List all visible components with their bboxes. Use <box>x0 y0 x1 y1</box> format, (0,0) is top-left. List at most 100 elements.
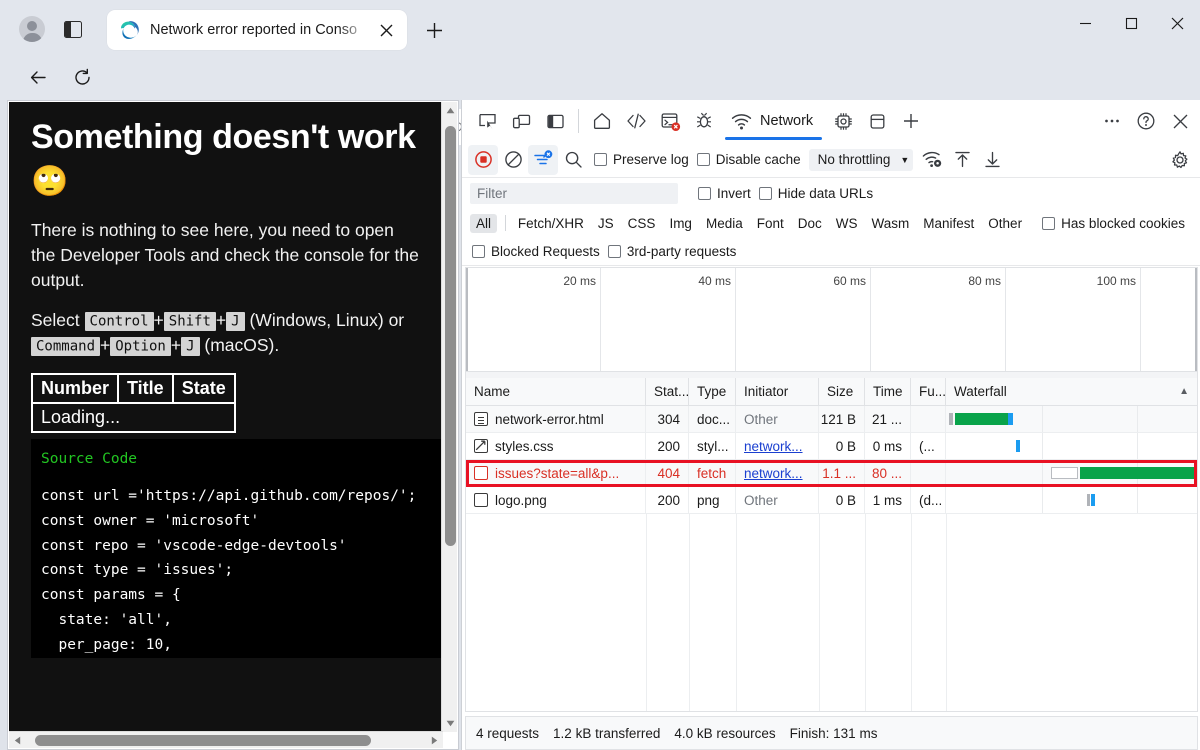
third-party-box-icon[interactable] <box>607 245 621 258</box>
network-toolbar: Preserve log Disable cache No throttling… <box>462 142 1200 178</box>
device-emulation-icon[interactable] <box>504 104 538 138</box>
has-blocked-cookies-box-icon[interactable] <box>1042 216 1056 230</box>
page-vertical-scrollbar[interactable] <box>441 102 457 732</box>
scroll-left-arrow-icon[interactable] <box>9 732 26 749</box>
record-stop-icon[interactable] <box>468 144 498 175</box>
disable-cache-box-icon[interactable] <box>696 153 710 166</box>
more-panels-plus-icon[interactable] <box>894 104 928 138</box>
blocked-requests-box-icon[interactable] <box>472 245 485 258</box>
column-header-size[interactable]: Size <box>819 378 865 405</box>
sources-bug-icon[interactable] <box>687 104 721 138</box>
preserve-log-checkbox[interactable]: Preserve log <box>594 152 689 167</box>
welcome-home-icon[interactable] <box>585 104 619 138</box>
application-storage-icon[interactable] <box>860 104 894 138</box>
browser-tab[interactable]: Network error reported in Conso <box>107 10 407 50</box>
close-window-button[interactable] <box>1154 0 1200 47</box>
back-button[interactable] <box>22 61 54 93</box>
type-filter-all[interactable]: All <box>470 213 498 233</box>
type-filter-img[interactable]: Img <box>663 214 698 233</box>
column-header-name[interactable]: Name <box>466 378 646 405</box>
table-row[interactable]: logo.png 200 png Other 0 B 1 ms (d... <box>466 487 1197 514</box>
maximize-button[interactable] <box>1108 0 1154 47</box>
type-filter-wasm[interactable]: Wasm <box>866 214 916 233</box>
type-filter-doc[interactable]: Doc <box>792 214 828 233</box>
transferred-size: 1.2 kB transferred <box>553 725 661 741</box>
request-initiator-cell[interactable]: network... <box>736 433 819 460</box>
initiator-link[interactable]: network... <box>744 466 803 481</box>
type-filter-ws[interactable]: WS <box>830 214 864 233</box>
column-header-status[interactable]: Stat... <box>646 378 689 405</box>
type-filter-media[interactable]: Media <box>700 214 749 233</box>
console-error-icon[interactable] <box>653 104 687 138</box>
page-horizontal-scrollbar[interactable] <box>9 731 443 748</box>
blocked-requests-checkbox[interactable]: Blocked Requests <box>472 244 600 259</box>
network-overview-timeline[interactable]: 20 ms 40 ms 60 ms 80 ms 100 ms <box>465 267 1198 372</box>
reload-button[interactable] <box>66 61 98 93</box>
scroll-right-arrow-icon[interactable] <box>426 732 443 749</box>
scroll-down-arrow-icon[interactable] <box>442 715 458 732</box>
devtools-close-icon[interactable] <box>1163 104 1197 138</box>
rolling-eyes-emoji-icon: 🙄 <box>31 164 68 198</box>
has-blocked-cookies-checkbox[interactable]: Has blocked cookies <box>1042 216 1185 231</box>
table-row[interactable]: styles.css 200 styl... network... 0 B 0 … <box>466 433 1197 460</box>
import-har-icon[interactable] <box>947 145 977 175</box>
chevron-down-icon[interactable]: ▼ <box>900 155 909 165</box>
page-title: Something doesn't work 🙄 <box>31 116 421 202</box>
hide-data-urls-box-icon[interactable] <box>758 186 772 200</box>
tab-actions-button[interactable] <box>60 17 86 41</box>
invert-box-icon[interactable] <box>698 186 711 200</box>
initiator-link[interactable]: network... <box>744 439 803 454</box>
performance-cpu-icon[interactable] <box>826 104 860 138</box>
type-filter-font[interactable]: Font <box>751 214 790 233</box>
profile-button[interactable] <box>18 15 46 43</box>
scroll-up-arrow-icon[interactable] <box>442 102 458 119</box>
clear-icon[interactable] <box>498 145 528 175</box>
column-header-time[interactable]: Time <box>865 378 911 405</box>
overview-gridline <box>1005 268 1006 371</box>
minimize-button[interactable] <box>1062 0 1108 47</box>
request-name-cell[interactable]: issues?state=all&p... <box>466 460 646 487</box>
column-header-type[interactable]: Type <box>689 378 736 405</box>
filter-input[interactable] <box>470 182 678 204</box>
type-filter-js[interactable]: JS <box>592 214 620 233</box>
elements-code-brackets-icon[interactable] <box>619 104 653 138</box>
devtools-more-options-icon[interactable] <box>1095 104 1129 138</box>
type-filter-css[interactable]: CSS <box>622 214 662 233</box>
devtools-help-icon[interactable] <box>1129 104 1163 138</box>
shortcut-instructions: Select Control + Shift + J (Windows, Linux) … <box>31 309 405 357</box>
filter-icon[interactable] <box>528 144 558 175</box>
request-name-cell[interactable]: styles.css <box>466 433 646 460</box>
page-hscroll-thumb[interactable] <box>35 735 371 746</box>
third-party-requests-checkbox[interactable]: 3rd-party requests <box>607 244 736 259</box>
sort-ascending-icon[interactable]: ▲ <box>1179 386 1189 397</box>
table-row[interactable]: issues?state=all&p... 404 fetch network.… <box>466 460 1197 487</box>
page-scroll-thumb[interactable] <box>444 126 456 546</box>
devtools-tab-bar: Network <box>462 100 1200 142</box>
hide-data-urls-checkbox[interactable]: Hide data URLs <box>758 186 873 201</box>
type-filter-fetch-xhr[interactable]: Fetch/XHR <box>512 214 590 233</box>
column-header-waterfall[interactable]: Waterfall ▲ <box>946 378 1197 405</box>
export-har-icon[interactable] <box>977 145 1007 175</box>
search-icon[interactable] <box>558 145 588 175</box>
invert-checkbox[interactable]: Invert <box>698 186 751 201</box>
request-name-cell[interactable]: logo.png <box>466 487 646 514</box>
network-conditions-icon[interactable] <box>917 145 947 175</box>
table-header-row: Name Stat... Type Initiator Size Time Fu… <box>466 378 1197 406</box>
disable-cache-checkbox[interactable]: Disable cache <box>696 152 801 167</box>
column-header-fulfilled-by[interactable]: Fu... <box>911 378 946 405</box>
tab-network[interactable]: Network <box>721 102 827 140</box>
gear-icon[interactable] <box>1165 145 1195 175</box>
request-name-cell[interactable]: network-error.html <box>466 406 646 433</box>
type-filter-manifest[interactable]: Manifest <box>917 214 980 233</box>
request-initiator-cell[interactable]: network... <box>736 460 819 487</box>
dock-side-icon[interactable] <box>538 104 572 138</box>
source-line: per_page: 10, <box>41 637 172 654</box>
tab-close-button[interactable] <box>373 17 399 43</box>
inspect-element-icon[interactable] <box>470 104 504 138</box>
table-row[interactable]: network-error.html 304 doc... Other 121 … <box>466 406 1197 433</box>
new-tab-button[interactable] <box>420 17 448 43</box>
type-filter-other[interactable]: Other <box>982 214 1028 233</box>
preserve-log-box-icon[interactable] <box>594 153 607 166</box>
column-header-initiator[interactable]: Initiator <box>736 378 819 405</box>
throttling-dropdown[interactable]: No throttling ▼ <box>808 148 914 171</box>
